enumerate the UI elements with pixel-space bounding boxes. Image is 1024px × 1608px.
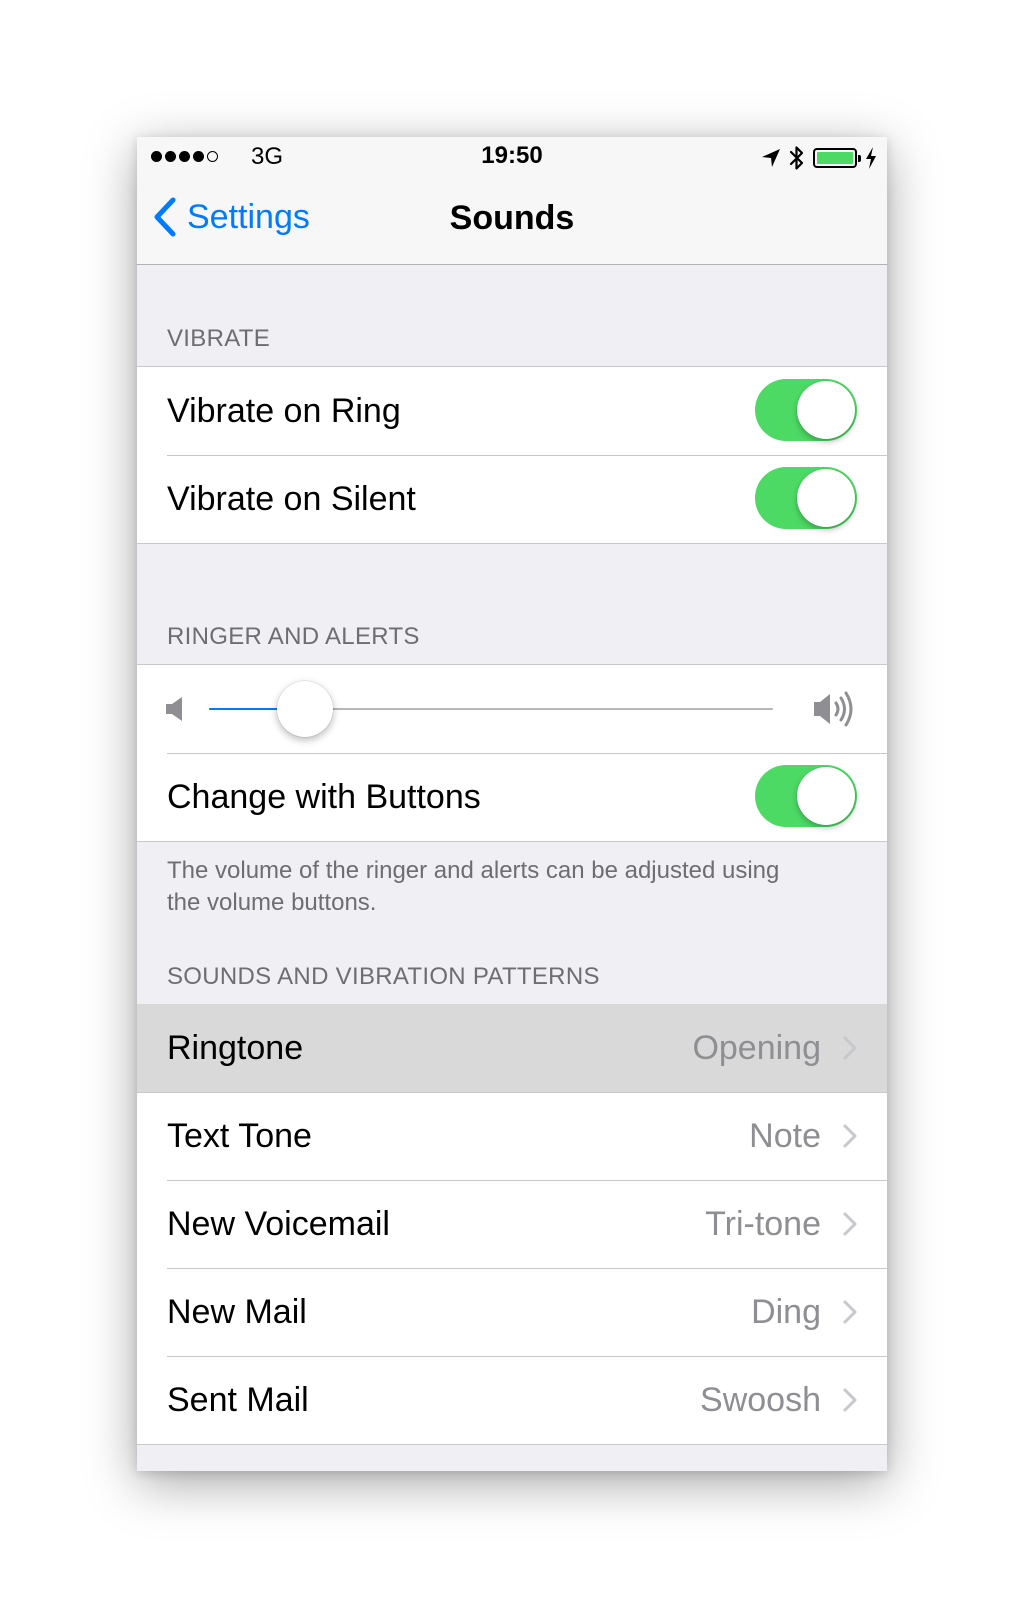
chevron-right-icon bbox=[843, 1300, 857, 1324]
change-with-buttons-toggle[interactable] bbox=[755, 765, 857, 827]
navigation-bar: Settings Sounds bbox=[137, 177, 887, 265]
speaker-high-icon bbox=[814, 691, 853, 727]
change-with-buttons-row: Change with Buttons bbox=[137, 753, 887, 841]
text-tone-row[interactable]: Text Tone Note bbox=[137, 1092, 887, 1180]
row-label: Change with Buttons bbox=[167, 777, 481, 816]
section-header-vibrate: VIBRATE bbox=[167, 325, 271, 352]
row-value: Opening bbox=[692, 1028, 821, 1067]
ringtone-row[interactable]: Ringtone Opening bbox=[137, 1004, 887, 1092]
row-label: New Voicemail bbox=[167, 1204, 390, 1243]
ringer-group: Change with Buttons bbox=[137, 664, 887, 842]
volume-slider-row bbox=[137, 665, 887, 753]
row-value: Tri-tone bbox=[705, 1204, 821, 1243]
new-mail-row[interactable]: New Mail Ding bbox=[137, 1268, 887, 1356]
row-label: Ringtone bbox=[167, 1028, 304, 1067]
section-header-sounds: SOUNDS AND VIBRATION PATTERNS bbox=[167, 963, 600, 990]
speaker-low-icon bbox=[166, 697, 182, 721]
sounds-group: Ringtone Opening Text Tone Note New Voic… bbox=[137, 1004, 887, 1445]
section-header-ringer: RINGER AND ALERTS bbox=[167, 623, 420, 650]
row-label: Vibrate on Silent bbox=[167, 479, 416, 518]
phone-screen: 3G 19:50 Settings Sounds VIBRATE Vibrate… bbox=[137, 137, 887, 1471]
vibrate-on-silent-toggle[interactable] bbox=[755, 467, 857, 529]
vibrate-on-ring-row: Vibrate on Ring bbox=[137, 367, 887, 455]
chevron-right-icon bbox=[843, 1212, 857, 1236]
row-value: Ding bbox=[751, 1292, 821, 1331]
row-label: Text Tone bbox=[167, 1116, 312, 1155]
vibrate-on-ring-toggle[interactable] bbox=[755, 379, 857, 441]
chevron-right-icon bbox=[843, 1388, 857, 1412]
sent-mail-row[interactable]: Sent Mail Swoosh bbox=[137, 1356, 887, 1444]
row-value: Swoosh bbox=[700, 1380, 821, 1419]
chevron-right-icon bbox=[843, 1036, 857, 1060]
row-label: Sent Mail bbox=[167, 1380, 309, 1419]
status-icons bbox=[761, 145, 877, 171]
row-value: Note bbox=[749, 1116, 821, 1155]
status-bar: 3G 19:50 bbox=[137, 137, 887, 177]
bluetooth-icon bbox=[789, 146, 804, 170]
row-label: New Mail bbox=[167, 1292, 307, 1331]
ringer-footer-note: The volume of the ringer and alerts can … bbox=[167, 857, 780, 916]
row-label: Vibrate on Ring bbox=[167, 391, 401, 430]
vibrate-on-silent-row: Vibrate on Silent bbox=[137, 455, 887, 543]
page-title: Sounds bbox=[449, 199, 575, 237]
volume-slider-thumb[interactable] bbox=[276, 681, 333, 737]
charging-bolt-icon bbox=[866, 147, 876, 169]
new-voicemail-row[interactable]: New Voicemail Tri-tone bbox=[137, 1180, 887, 1268]
battery-icon bbox=[813, 148, 861, 168]
vibrate-group: Vibrate on Ring Vibrate on Silent bbox=[137, 366, 887, 544]
location-arrow-icon bbox=[762, 149, 780, 167]
chevron-right-icon bbox=[843, 1124, 857, 1148]
